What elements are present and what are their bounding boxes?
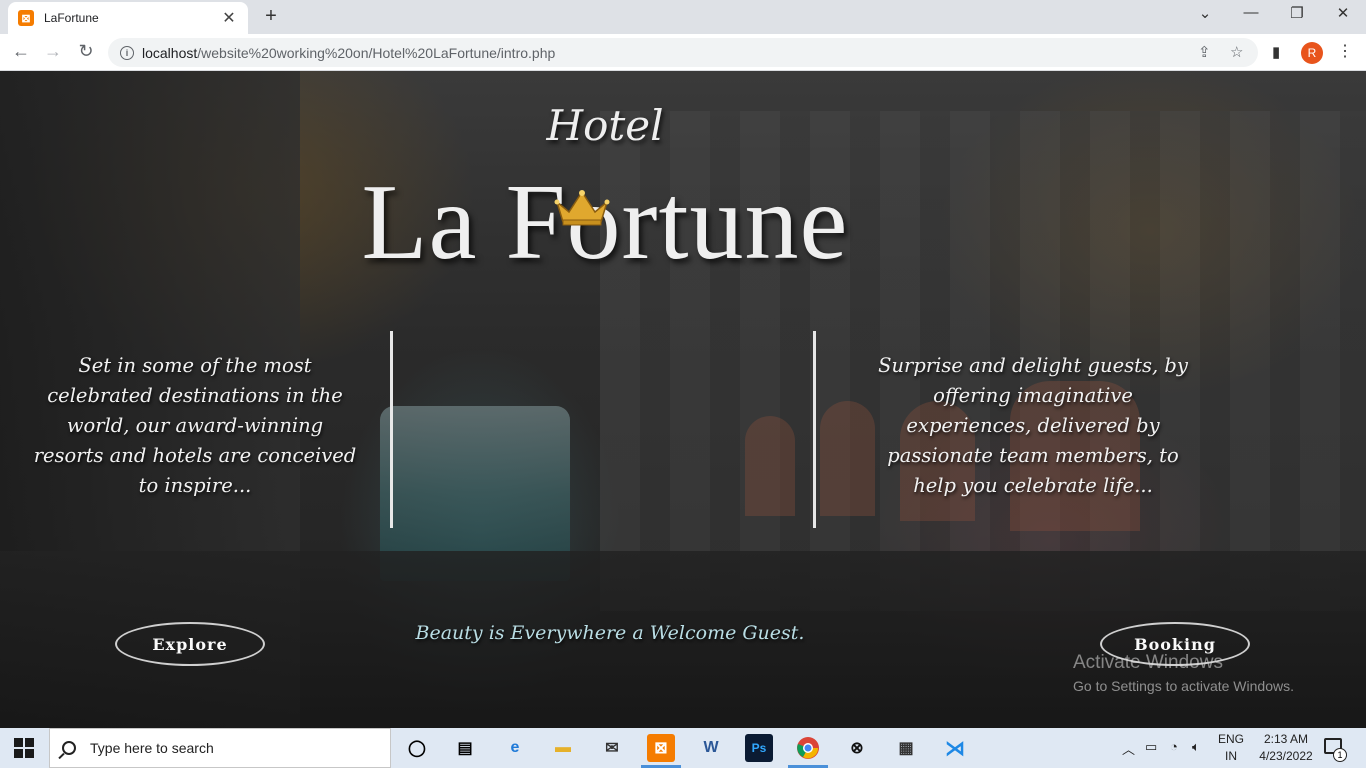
side-panel-icon[interactable]: ▮ [1272, 43, 1280, 61]
taskbar-search[interactable]: Type here to search [49, 728, 391, 768]
watermark-title: Activate Windows [1073, 652, 1223, 673]
file-explorer-icon[interactable]: ▬ [549, 734, 577, 762]
windows-taskbar: Type here to search ◯ ▤ e ▬ ✉ ⊠ W Ps ⊗ ▦… [0, 728, 1366, 768]
store-icon[interactable]: ▦ [892, 734, 920, 762]
browser-menu-icon[interactable]: ⋮ [1337, 41, 1353, 61]
hotel-pre-title: Hotel [546, 101, 664, 150]
hero-overlay: Hotel La Fortune Set in some of the most… [0, 71, 1366, 728]
right-intro-text: Surprise and delight guests, by offering… [878, 354, 1188, 497]
right-divider [813, 331, 816, 528]
tagline: Beauty is Everywhere a Welcome Guest. [415, 622, 805, 644]
chrome-icon[interactable] [794, 734, 822, 762]
vscode-icon[interactable]: ⋊ [941, 734, 969, 762]
browser-tab[interactable]: ⊠ LaFortune ✕ [8, 2, 248, 34]
browser-tab-strip: ⊠ LaFortune ✕ + ⌄ — ❐ ✕ [0, 0, 1366, 34]
xampp-icon: ⊠ [18, 10, 34, 26]
activate-windows-watermark: Activate Windows Go to Settings to activ… [1073, 652, 1294, 694]
system-clock[interactable]: 2:13 AM 4/23/2022 [1254, 731, 1318, 765]
xampp-icon[interactable]: ⊠ [647, 734, 675, 762]
bookmark-star-icon[interactable]: ☆ [1230, 43, 1243, 61]
clock-date: 4/23/2022 [1259, 749, 1313, 763]
new-tab-button[interactable]: + [260, 5, 282, 28]
crown-icon [554, 190, 610, 226]
back-arrow-icon[interactable]: ← [10, 41, 32, 62]
profile-avatar[interactable]: R [1301, 42, 1323, 64]
word-icon[interactable]: W [697, 734, 725, 762]
volume-icon[interactable]: 🔈︎ [1192, 739, 1200, 755]
tab-search-icon[interactable]: ⌄ [1193, 4, 1217, 22]
windows-start-icon[interactable] [14, 738, 34, 758]
xbox-icon[interactable]: ⊗ [843, 734, 871, 762]
network-device-icon[interactable]: ▭ [1145, 739, 1157, 755]
forward-arrow-icon[interactable]: → [42, 41, 64, 62]
watermark-subtitle: Go to Settings to activate Windows. [1073, 678, 1294, 694]
address-bar[interactable]: i localhost/website%20working%20on/Hotel… [108, 38, 1258, 67]
tab-title: LaFortune [44, 11, 99, 25]
left-divider [390, 331, 393, 528]
clock-time: 2:13 AM [1263, 732, 1309, 746]
show-hidden-icons-chevron[interactable]: ︿ [1122, 739, 1135, 758]
notification-count-badge: 1 [1333, 748, 1347, 762]
reload-icon[interactable]: ↻ [75, 41, 97, 62]
close-tab-icon[interactable]: ✕ [220, 8, 238, 28]
browser-toolbar: ← → ↻ i localhost/website%20working%20on… [0, 34, 1366, 71]
share-icon[interactable]: ⇪ [1198, 43, 1211, 61]
hero-page: Hotel La Fortune Set in some of the most… [0, 71, 1366, 728]
restore-button[interactable]: ❐ [1285, 4, 1309, 22]
language-code: ENG [1218, 732, 1245, 746]
input-language[interactable]: ENG IN [1218, 731, 1244, 765]
search-placeholder: Type here to search [90, 740, 214, 756]
widgets-icon[interactable]: ▤ [451, 734, 479, 762]
left-intro-text: Set in some of the most celebrated desti… [33, 354, 357, 497]
photoshop-icon[interactable]: Ps [745, 734, 773, 762]
url-path: /website%20working%20on/Hotel%20LaFortun… [197, 44, 556, 61]
region-code: IN [1225, 749, 1237, 763]
wifi-icon[interactable]: ◔ [1170, 739, 1178, 754]
edge-icon[interactable]: e [501, 734, 529, 762]
mail-icon[interactable]: ✉ [598, 734, 626, 762]
url-host: localhost [142, 44, 198, 61]
site-info-icon[interactable]: i [120, 45, 134, 60]
close-window-button[interactable]: ✕ [1331, 4, 1355, 22]
explore-button[interactable]: Explore [115, 622, 265, 666]
search-icon [62, 741, 76, 755]
minimize-button[interactable]: — [1239, 4, 1263, 21]
task-view-icon[interactable]: ◯ [403, 734, 431, 762]
